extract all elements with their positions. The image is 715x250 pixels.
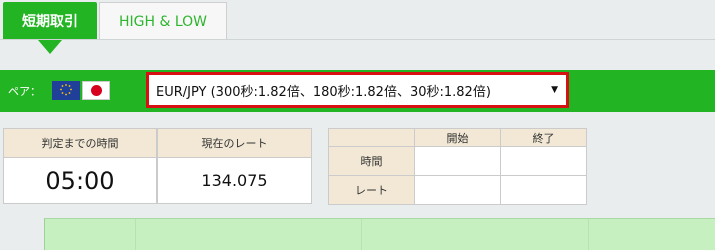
eu-flag-icon <box>52 81 80 100</box>
currency-pair-select[interactable]: EUR/JPY (300秒:1.82倍、180秒:1.82倍、30秒:1.82倍… <box>146 72 569 108</box>
tab-high-low[interactable]: HIGH & LOW <box>99 2 227 40</box>
tab-short-term-label: 短期取引 <box>22 14 78 30</box>
japan-flag-icon <box>82 81 110 100</box>
table-row: 時間 <box>328 146 587 176</box>
time-row-label: 時間 <box>328 146 415 176</box>
time-to-judge-header: 判定までの時間 <box>3 128 157 158</box>
current-rate-label: 現在のレート <box>201 137 268 150</box>
japan-flag-sun <box>91 85 102 96</box>
chart-gridline <box>135 219 136 250</box>
end-rate-cell <box>500 175 587 205</box>
start-rate-cell <box>414 175 501 205</box>
chart-gridline <box>588 219 589 250</box>
rate-row-label: レート <box>328 175 415 205</box>
tab-short-term[interactable]: 短期取引 <box>3 2 97 40</box>
time-to-judge-label: 判定までの時間 <box>41 137 119 150</box>
chart-gridline <box>361 219 362 250</box>
start-time-cell <box>414 146 501 176</box>
end-time-cell <box>500 146 587 176</box>
active-tab-pointer <box>38 40 62 54</box>
chevron-down-icon: ▼ <box>551 85 558 95</box>
rate-chart-area <box>44 218 715 250</box>
pair-bar: ペア： EUR/JPY (300秒:1.82倍、180秒:1.82倍、30秒:1… <box>0 70 715 112</box>
table-header-row: 開始 終了 <box>328 128 587 147</box>
tab-high-low-label: HIGH & LOW <box>118 13 207 30</box>
table-row: レート <box>328 175 587 205</box>
time-to-judge-box: 05:00 <box>3 158 157 204</box>
start-end-table: 開始 終了 時間 レート <box>328 128 587 205</box>
start-header: 開始 <box>414 128 501 147</box>
tab-divider <box>0 39 715 40</box>
pair-label: ペア： <box>8 85 41 98</box>
time-to-judge-value: 05:00 <box>45 166 115 195</box>
currency-pair-selected: EUR/JPY (300秒:1.82倍、180秒:1.82倍、30秒:1.82倍… <box>156 84 491 100</box>
end-header: 終了 <box>500 128 587 147</box>
current-rate-header: 現在のレート <box>157 128 312 158</box>
table-corner <box>328 128 415 147</box>
current-rate-box: 134.075 <box>157 158 312 204</box>
current-rate-value: 134.075 <box>201 171 268 190</box>
